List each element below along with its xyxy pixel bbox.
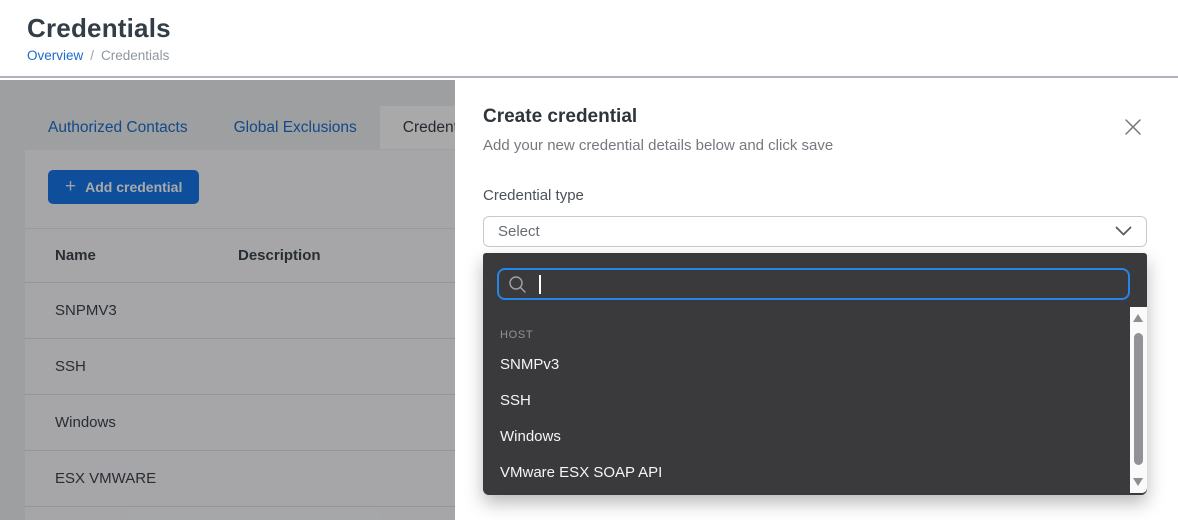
credential-type-select[interactable]: Select (483, 216, 1147, 247)
dropdown-scrollbar[interactable] (1130, 307, 1147, 493)
credential-type-label: Credential type (483, 187, 1147, 204)
breadcrumb: Overview / Credentials (27, 48, 1178, 63)
dropdown-group-host: HOST (500, 329, 1129, 341)
scrollbar-down-arrow-icon[interactable] (1133, 478, 1143, 486)
panel-title: Create credential (483, 106, 1147, 128)
chevron-down-icon (1115, 226, 1132, 237)
breadcrumb-link-overview[interactable]: Overview (27, 48, 83, 63)
scrollbar-up-arrow-icon[interactable] (1133, 314, 1143, 322)
scrollbar-thumb[interactable] (1134, 333, 1143, 465)
text-caret (539, 275, 541, 294)
dropdown-search-input[interactable] (497, 268, 1130, 300)
page-title: Credentials (27, 13, 1178, 44)
panel-subtitle: Add your new credential details below an… (483, 137, 1147, 154)
breadcrumb-current: Credentials (101, 48, 169, 63)
dropdown-option-vmware-esx-soap-api[interactable]: VMware ESX SOAP API (500, 455, 1129, 491)
dropdown-items: SNMPv3 SSH Windows VMware ESX SOAP API (500, 347, 1129, 491)
dropdown-option-ssh[interactable]: SSH (500, 383, 1129, 419)
close-panel-button[interactable] (1120, 114, 1146, 140)
dropdown-option-windows[interactable]: Windows (500, 419, 1129, 455)
search-icon (508, 275, 527, 294)
panel-body: Create credential Add your new credentia… (455, 80, 1178, 520)
close-icon (1124, 118, 1142, 136)
page-header: Credentials Overview / Credentials (0, 0, 1178, 78)
dropdown-list: HOST SNMPv3 SSH Windows VMware ESX SOAP … (483, 311, 1129, 495)
select-placeholder: Select (498, 223, 1115, 240)
app-window: Credentials Overview / Credentials Autho… (0, 0, 1178, 520)
create-credential-panel: Create credential Add your new credentia… (455, 80, 1178, 520)
credential-type-dropdown: HOST SNMPv3 SSH Windows VMware ESX SOAP … (483, 253, 1147, 495)
dropdown-option-snmpv3[interactable]: SNMPv3 (500, 347, 1129, 383)
breadcrumb-separator: / (90, 48, 94, 63)
